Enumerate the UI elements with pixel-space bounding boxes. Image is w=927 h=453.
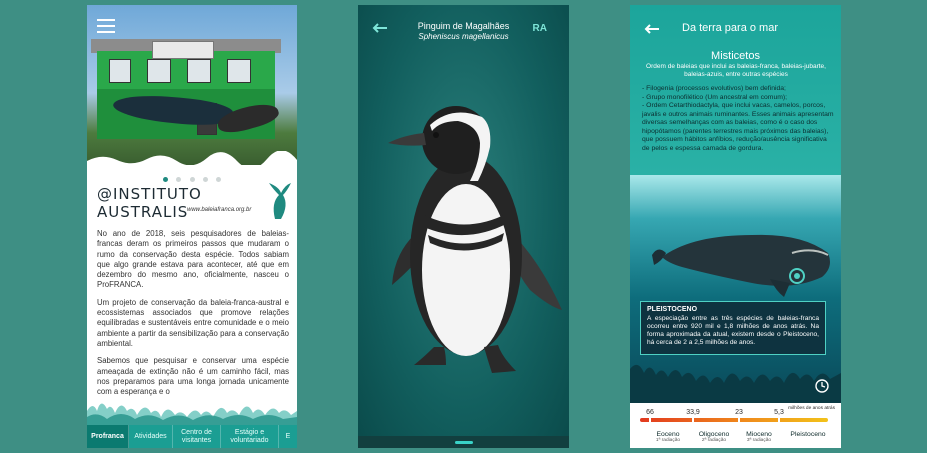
- timeline-tick-mark: [649, 416, 651, 424]
- penguin-detail-screen: Pinguim de Magalhães Spheniscus magellan…: [358, 5, 569, 448]
- epoch-note: 2ª radiação: [701, 438, 727, 443]
- window: [227, 59, 251, 83]
- building-photo: [87, 5, 297, 165]
- logo-name: @INSTITUTO AUSTRALIS: [97, 185, 202, 221]
- timeline-tick-mark: [738, 416, 740, 424]
- list-item: - Filogenia (processos evolutivos) bem d…: [642, 85, 786, 92]
- drag-handle[interactable]: [455, 441, 473, 444]
- seafloor-decoration: [630, 364, 841, 403]
- timeline-unit: milhões de anos atrás: [788, 406, 835, 411]
- timeline-tick-mark: [778, 416, 780, 424]
- epoch-note: 3ª radiação: [746, 438, 772, 443]
- about-paragraph: No ano de 2018, seis pesquisadores de ba…: [97, 229, 289, 290]
- right-whale-illustration: [652, 234, 830, 297]
- timeline-tick-label: 33,9: [686, 409, 700, 416]
- timeline-tick-mark: [692, 416, 694, 424]
- epoch-mioceno[interactable]: Mioceno 3ª radiação: [746, 431, 772, 443]
- section-subheading: Ordem de baleias que inclui as baleias-f…: [646, 63, 826, 78]
- instituto-australis-logo: @INSTITUTO AUSTRALIS www.baleiafranca.or…: [97, 181, 293, 225]
- list-item: - Grupo monofilético (Um ancestral em co…: [642, 93, 788, 101]
- timeline-tick-label: 66: [646, 409, 654, 416]
- tab-estagio-e-voluntariado[interactable]: Estágio e voluntariado: [221, 425, 279, 448]
- bottom-tab-bar: Profranca Atividades Centro de visitante…: [87, 425, 297, 448]
- building-sign: [152, 41, 214, 59]
- epoch-oligoceno[interactable]: Oligoceno 2ª radiação: [699, 431, 730, 443]
- arrow-left-icon[interactable]: [644, 24, 660, 34]
- tab-profranca[interactable]: Profranca: [87, 425, 129, 448]
- window: [147, 59, 171, 83]
- tab-atividades[interactable]: Atividades: [129, 425, 173, 448]
- list-item: - Ordem Cetarthiodactyla, que inclui vac…: [642, 102, 834, 152]
- coral-decoration: [87, 403, 297, 425]
- hotspot-marker-icon[interactable]: [788, 267, 806, 285]
- epoch-label: Pleistoceno: [790, 431, 826, 438]
- section-heading: Misticetos: [711, 50, 760, 62]
- geologic-timeline: milhões de anos atrás 66 33,9 23 5,3 Eoc…: [630, 403, 841, 448]
- tab-more[interactable]: E: [279, 425, 297, 448]
- wave-divider: [87, 151, 297, 165]
- tab-centro-de-visitantes[interactable]: Centro de visitantes: [173, 425, 221, 448]
- ra-button[interactable]: RA: [533, 23, 547, 34]
- penguin-model[interactable]: [374, 85, 564, 385]
- info-title: PLEISTOCENO: [647, 306, 698, 313]
- epoch-info-card: PLEISTOCENO A especiação entre as três e…: [640, 301, 826, 355]
- epoch-label: Oligoceno: [698, 431, 730, 438]
- epoch-label: Mioceno: [746, 431, 772, 438]
- timeline-tick-label: 5,3: [774, 409, 784, 416]
- timeline-bar[interactable]: [640, 418, 828, 422]
- hamburger-menu-icon[interactable]: [97, 19, 115, 33]
- logo-url: www.baleiafranca.org.br: [187, 207, 252, 213]
- window: [109, 59, 131, 83]
- characteristics-list: - Filogenia (processos evolutivos) bem d…: [642, 85, 834, 153]
- window: [187, 59, 211, 83]
- profranca-screen: @INSTITUTO AUSTRALIS www.baleiafranca.or…: [87, 5, 297, 448]
- whale-tail-icon: [269, 183, 291, 219]
- epoch-note: 1ª radiação: [655, 438, 681, 443]
- clock-icon[interactable]: [815, 379, 829, 393]
- info-text: A especiação entre as três espécies de b…: [647, 315, 819, 346]
- epoch-pleistoceno[interactable]: Pleistoceno: [790, 431, 825, 438]
- timeline-tick-label: 23: [735, 409, 743, 416]
- about-text: No ano de 2018, seis pesquisadores de ba…: [97, 229, 289, 404]
- about-paragraph: Um projeto de conservação da baleia-fran…: [97, 297, 289, 348]
- epoch-eoceno[interactable]: Eoceno 1ª radiação: [656, 431, 680, 443]
- evolution-screen: Da terra para o mar Misticetos Ordem de …: [630, 5, 841, 448]
- page-title: Da terra para o mar: [682, 22, 778, 34]
- epoch-label: Eoceno: [656, 431, 680, 438]
